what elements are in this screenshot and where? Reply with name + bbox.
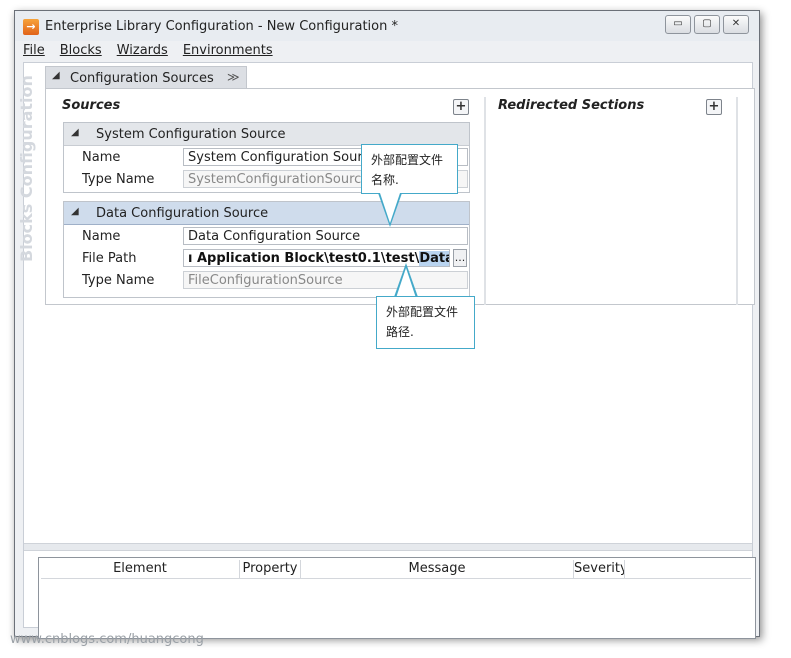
redirected-sections-heading: Redirected Sections — [498, 98, 645, 113]
expand-triangle-icon[interactable]: ◢ — [52, 70, 60, 81]
callout-line: 外部配置文件 — [386, 305, 459, 319]
redirected-scrollbar[interactable] — [736, 97, 738, 305]
sources-heading: Sources — [62, 98, 121, 113]
property-label: Name — [82, 150, 121, 165]
property-label: Type Name — [82, 172, 155, 187]
column-property[interactable]: Property — [240, 560, 301, 578]
file-path-selected-text: Data.config — [419, 251, 449, 266]
callout-pointer — [396, 268, 416, 298]
callout-line: 路径. — [386, 325, 414, 339]
column-severity[interactable]: Severity — [574, 560, 625, 578]
errors-header: Element Property Message Severity — [41, 560, 751, 579]
property-label: Name — [82, 229, 121, 244]
column-message[interactable]: Message — [301, 560, 574, 578]
title-bar[interactable]: → Enterprise Library Configuration - New… — [15, 11, 759, 41]
browse-button[interactable]: ... — [453, 249, 467, 267]
pane-splitter[interactable] — [24, 543, 752, 551]
source-name: Data Configuration Source — [96, 206, 269, 221]
column-element[interactable]: Element — [41, 560, 240, 578]
property-row: Name Data Configuration Source — [64, 225, 469, 247]
blocks-configuration-vertical-title: Blocks Configuration — [17, 75, 36, 262]
type-name-field: FileConfigurationSource — [183, 271, 468, 289]
source-header[interactable]: ◢ Data Configuration Source — [64, 202, 469, 225]
watermark-text: www.cnblogs.com/huangcong — [10, 632, 204, 647]
expand-triangle-icon[interactable]: ◢ — [71, 127, 79, 138]
arrow-app-icon: → — [23, 19, 39, 35]
restore-button[interactable]: ▢ — [694, 15, 720, 34]
menu-wizards[interactable]: Wizards — [117, 43, 168, 63]
minimize-button[interactable]: ▭ — [665, 15, 691, 34]
panel-divider — [484, 97, 486, 305]
property-label: File Path — [82, 251, 137, 266]
collapse-chevron-icon[interactable]: ≫ — [227, 70, 240, 84]
errors-list: Element Property Message Severity — [38, 557, 756, 639]
property-label: Type Name — [82, 273, 155, 288]
callout-line: 外部配置文件 — [371, 153, 444, 167]
menu-environments[interactable]: Environments — [183, 43, 273, 63]
menu-file[interactable]: File — [23, 43, 45, 63]
close-button[interactable]: ✕ — [723, 15, 749, 34]
callout-pointer — [380, 193, 400, 223]
callout-name: 外部配置文件 名称. — [361, 144, 458, 194]
name-field[interactable]: Data Configuration Source — [183, 227, 468, 245]
add-source-button[interactable]: + — [453, 99, 469, 115]
add-redirected-section-button[interactable]: + — [706, 99, 722, 115]
file-path-prefix: ı Application Block\test0.1\test\ — [188, 251, 420, 266]
callout-path: 外部配置文件 路径. — [376, 296, 475, 349]
menu-blocks[interactable]: Blocks — [60, 43, 102, 63]
callout-line: 名称. — [371, 173, 399, 187]
window-title: Enterprise Library Configuration - New C… — [45, 19, 398, 34]
configuration-sources-header[interactable]: ◢ Configuration Sources ≫ — [45, 66, 247, 90]
expand-triangle-icon[interactable]: ◢ — [71, 206, 79, 217]
window-controls: ▭ ▢ ✕ — [662, 15, 749, 34]
configuration-sources-title: Configuration Sources — [70, 71, 214, 86]
menu-bar: File Blocks Wizards Environments — [23, 43, 288, 63]
source-name: System Configuration Source — [96, 127, 286, 142]
source-header[interactable]: ◢ System Configuration Source — [64, 123, 469, 146]
